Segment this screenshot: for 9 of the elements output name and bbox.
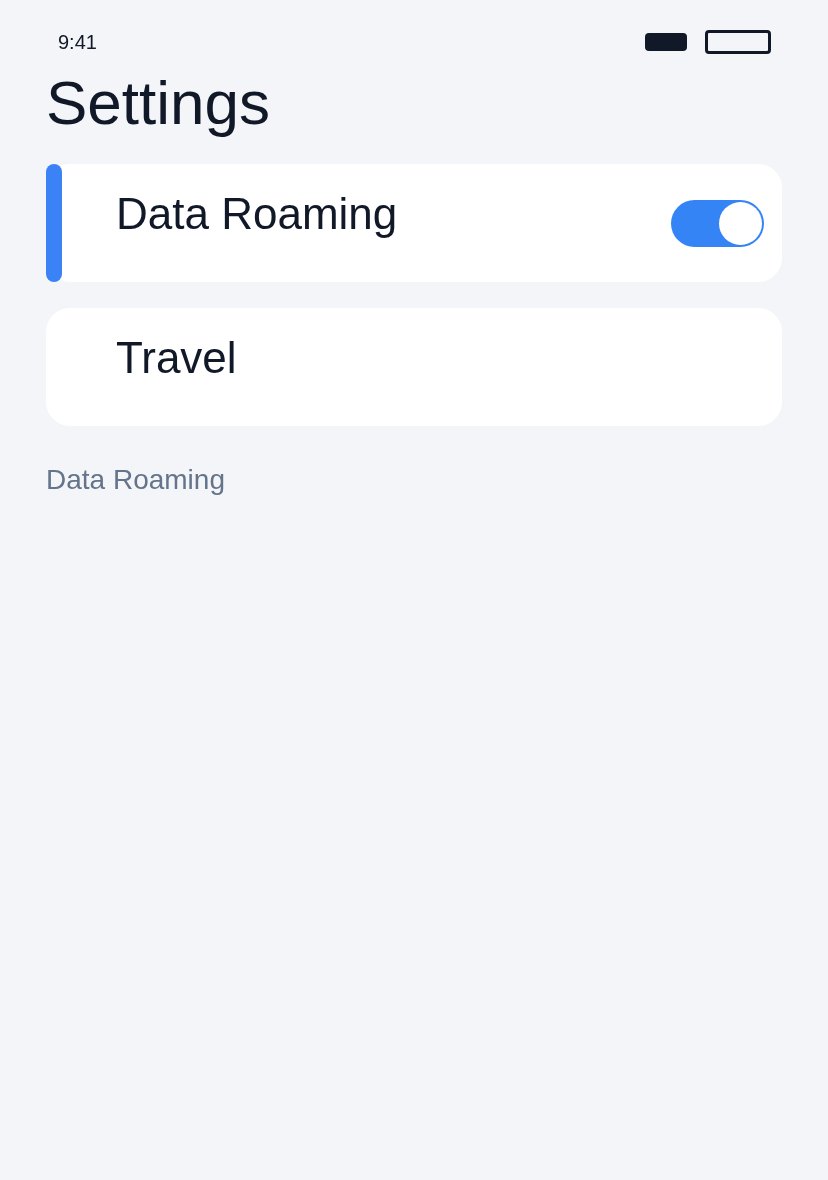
settings-row[interactable]: Travel — [46, 308, 782, 426]
row-label: Data Roaming — [116, 188, 398, 240]
row-label: Travel — [116, 332, 237, 384]
signal-icon — [645, 33, 687, 51]
toggle-switch[interactable] — [671, 200, 764, 247]
battery-icon — [705, 30, 771, 54]
status-time: 9:41 — [58, 30, 97, 54]
settings-row[interactable]: Data Roaming — [46, 164, 782, 282]
footer-note: Data Roaming — [46, 464, 226, 496]
